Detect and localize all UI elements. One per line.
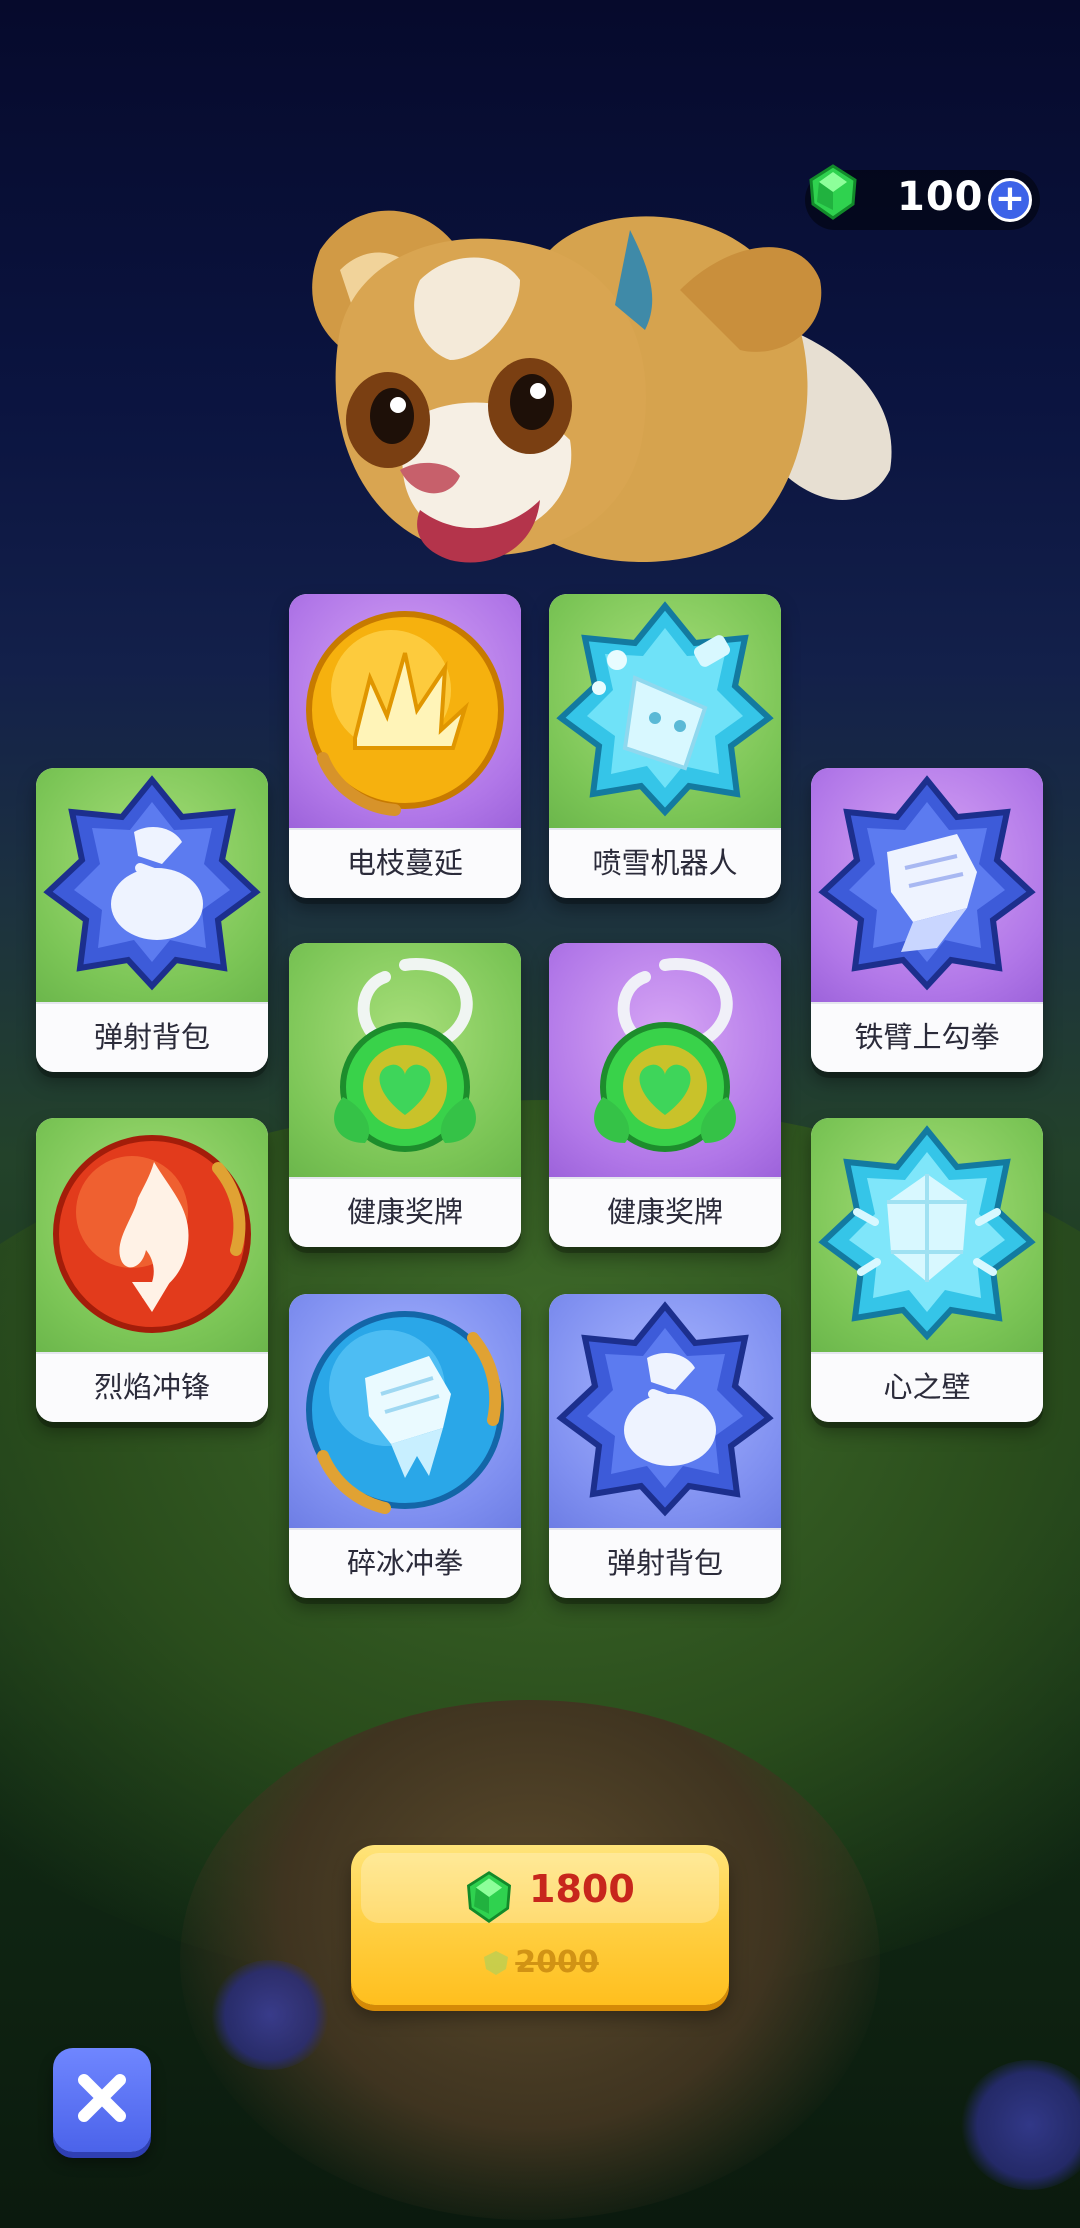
gem-currency-display: 100 + xyxy=(805,164,1040,230)
crystal-shield-badge-icon xyxy=(818,1125,1036,1341)
green-gem-icon xyxy=(484,1951,509,1975)
sale-price: 1800 xyxy=(529,1867,635,1911)
close-x-icon xyxy=(78,2074,126,2122)
card-art xyxy=(289,1294,521,1530)
lightning-burst-orb-icon xyxy=(306,611,504,816)
card-label: 弹射背包 xyxy=(36,1002,268,1072)
plus-icon: + xyxy=(994,178,1026,219)
flame-orb-icon xyxy=(53,1135,251,1333)
original-price-value: 2000 xyxy=(515,1945,599,1980)
reward-card-electric-vine[interactable]: 电枝蔓延 xyxy=(289,594,521,898)
reward-card-iron-arm-uppercut[interactable]: 铁臂上勾拳 xyxy=(811,768,1043,1072)
snow-robot-badge-icon xyxy=(556,601,774,817)
reward-card-ice-punch[interactable]: 碎冰冲拳 xyxy=(289,1294,521,1598)
reward-card-flame-charge[interactable]: 烈焰冲锋 xyxy=(36,1118,268,1422)
flower-right xyxy=(960,2060,1080,2190)
reward-card-jetpack[interactable]: 弹射背包 xyxy=(549,1294,781,1598)
card-art xyxy=(289,594,521,830)
add-gems-button[interactable]: + xyxy=(988,178,1032,222)
card-label: 健康奖牌 xyxy=(549,1177,781,1247)
card-art xyxy=(36,1118,268,1354)
gem-amount: 100 xyxy=(897,174,984,220)
green-gem-icon xyxy=(467,1871,511,1923)
fist-badge-icon xyxy=(818,775,1036,991)
card-art xyxy=(811,1118,1043,1354)
card-art xyxy=(289,943,521,1179)
ice-fist-orb-icon xyxy=(306,1311,504,1514)
card-label: 喷雪机器人 xyxy=(549,828,781,898)
reward-card-health-medal[interactable]: 健康奖牌 xyxy=(289,943,521,1247)
close-button[interactable] xyxy=(53,2048,151,2152)
original-price: 2000 xyxy=(351,1945,729,1980)
reward-card-jetpack[interactable]: 弹射背包 xyxy=(36,768,268,1072)
jetpack-badge-icon xyxy=(556,1301,774,1517)
card-label: 电枝蔓延 xyxy=(289,828,521,898)
card-art xyxy=(549,1294,781,1530)
heart-medal-icon xyxy=(594,958,736,1152)
jetpack-badge-icon xyxy=(43,775,261,991)
reward-card-snow-robot[interactable]: 喷雪机器人 xyxy=(549,594,781,898)
card-art xyxy=(549,594,781,830)
card-label: 铁臂上勾拳 xyxy=(811,1002,1043,1072)
card-label: 心之壁 xyxy=(811,1352,1043,1422)
reward-card-heart-wall[interactable]: 心之壁 xyxy=(811,1118,1043,1422)
card-label: 弹射背包 xyxy=(549,1528,781,1598)
card-label: 碎冰冲拳 xyxy=(289,1528,521,1598)
reward-card-health-medal[interactable]: 健康奖牌 xyxy=(549,943,781,1247)
flower-left xyxy=(210,1960,330,2070)
card-art xyxy=(811,768,1043,1004)
green-gem-icon xyxy=(809,164,857,220)
card-art xyxy=(549,943,781,1179)
buy-button[interactable]: 1800 2000 xyxy=(351,1845,729,2005)
card-label: 烈焰冲锋 xyxy=(36,1352,268,1422)
card-label: 健康奖牌 xyxy=(289,1177,521,1247)
heart-medal-icon xyxy=(334,958,476,1152)
card-art xyxy=(36,768,268,1004)
